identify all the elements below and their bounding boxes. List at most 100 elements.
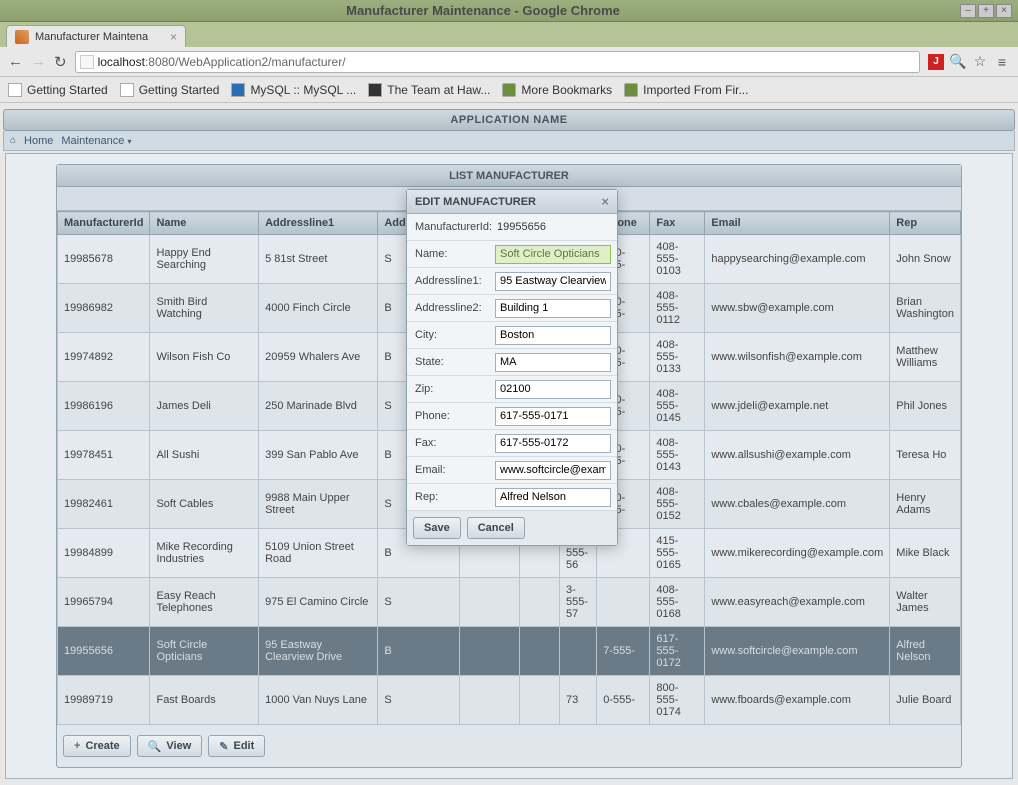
save-button[interactable]: Save <box>413 517 461 539</box>
table-cell <box>520 578 560 627</box>
field-label: Rep: <box>407 491 495 503</box>
table-cell: www.cbales@example.com <box>705 480 890 529</box>
field-label: Zip: <box>407 383 495 395</box>
table-cell: 19984899 <box>58 529 150 578</box>
zip-input[interactable] <box>495 380 611 399</box>
dialog-title: EDIT MANUFACTURER <box>415 196 536 208</box>
bookmark-folder[interactable]: Imported From Fir... <box>624 83 748 97</box>
table-cell: 3-555-57 <box>559 578 596 627</box>
list-panel-title: LIST MANUFACTURER <box>57 165 961 187</box>
bookmark-item[interactable]: MySQL :: MySQL ... <box>231 83 356 97</box>
table-cell: Mike Recording Industries <box>150 529 259 578</box>
column-header[interactable]: ManufacturerId <box>58 212 150 235</box>
bookmark-item[interactable]: The Team at Haw... <box>368 83 490 97</box>
nav-forward-icon[interactable]: → <box>31 53 46 70</box>
table-cell: Alfred Nelson <box>890 627 961 676</box>
window-titlebar: Manufacturer Maintenance - Google Chrome… <box>0 0 1018 22</box>
table-cell: 975 El Camino Circle <box>259 578 378 627</box>
field-label: Name: <box>407 248 495 260</box>
table-cell: James Deli <box>150 382 259 431</box>
addressline2-input[interactable] <box>495 299 611 318</box>
nav-reload-icon[interactable]: ↻ <box>54 53 67 71</box>
city-input[interactable] <box>495 326 611 345</box>
site-icon <box>368 83 382 97</box>
rep-input[interactable] <box>495 488 611 507</box>
table-cell <box>460 578 520 627</box>
table-cell: 5 81st Street <box>259 235 378 284</box>
table-cell: 95 Eastway Clearview Drive <box>259 627 378 676</box>
table-row[interactable]: 19989719Fast Boards1000 Van Nuys LaneS73… <box>58 676 961 725</box>
table-cell: 408-555-0103 <box>650 235 705 284</box>
window-close-button[interactable]: × <box>996 4 1012 18</box>
fax-input[interactable] <box>495 434 611 453</box>
page-icon <box>80 55 94 69</box>
edit-button[interactable]: ✎Edit <box>208 735 265 757</box>
bookmark-star-icon[interactable]: ☆ <box>972 54 988 70</box>
column-header[interactable]: Email <box>705 212 890 235</box>
table-cell <box>559 627 596 676</box>
column-header[interactable]: Rep <box>890 212 961 235</box>
chevron-down-icon: ▾ <box>127 137 131 146</box>
table-cell: Easy Reach Telephones <box>150 578 259 627</box>
dialog-header[interactable]: EDIT MANUFACTURER × <box>407 190 617 214</box>
column-header[interactable]: Name <box>150 212 259 235</box>
extension-icon[interactable]: J <box>928 54 944 70</box>
table-cell: 20959 Whalers Ave <box>259 333 378 382</box>
table-cell: 415-555-0165 <box>650 529 705 578</box>
zoom-icon[interactable]: 🔍 <box>950 54 966 70</box>
cancel-button[interactable]: Cancel <box>467 517 525 539</box>
field-label: Addressline1: <box>407 275 495 287</box>
table-cell: Julie Board <box>890 676 961 725</box>
tab-close-icon[interactable]: × <box>170 30 177 44</box>
breadcrumb-home[interactable]: Home <box>24 135 53 147</box>
phone-input[interactable] <box>495 407 611 426</box>
table-cell <box>520 676 560 725</box>
dialog-close-icon[interactable]: × <box>601 194 609 209</box>
column-header[interactable]: Fax <box>650 212 705 235</box>
window-minimize-button[interactable]: – <box>960 4 976 18</box>
table-row[interactable]: 19955656Soft Circle Opticians95 Eastway … <box>58 627 961 676</box>
table-cell: www.sbw@example.com <box>705 284 890 333</box>
bookmark-folder[interactable]: More Bookmarks <box>502 83 612 97</box>
breadcrumb-item[interactable]: Maintenance ▾ <box>61 135 131 147</box>
table-cell: 19982461 <box>58 480 150 529</box>
table-cell: 19985678 <box>58 235 150 284</box>
table-cell: 617-555-0172 <box>650 627 705 676</box>
bookmarks-bar: Getting Started Getting Started MySQL ::… <box>0 77 1018 103</box>
table-cell: Walter James <box>890 578 961 627</box>
action-bar: +Create 🔍View ✎Edit <box>57 725 961 767</box>
table-cell: Smith Bird Watching <box>150 284 259 333</box>
field-label: State: <box>407 356 495 368</box>
browser-tab[interactable]: Manufacturer Maintena × <box>6 25 186 47</box>
home-icon[interactable]: ⌂ <box>10 135 16 146</box>
search-icon: 🔍 <box>148 740 162 753</box>
table-cell: Matthew Williams <box>890 333 961 382</box>
table-cell: 19955656 <box>58 627 150 676</box>
table-row[interactable]: 19965794Easy Reach Telephones975 El Cami… <box>58 578 961 627</box>
email-input[interactable] <box>495 461 611 480</box>
field-label: Email: <box>407 464 495 476</box>
table-cell: www.easyreach@example.com <box>705 578 890 627</box>
state-input[interactable] <box>495 353 611 372</box>
table-cell: 408-555-0145 <box>650 382 705 431</box>
table-cell: Mike Black <box>890 529 961 578</box>
create-button[interactable]: +Create <box>63 735 131 757</box>
browser-tabstrip: Manufacturer Maintena × <box>0 22 1018 47</box>
dialog-actions: Save Cancel <box>407 511 617 545</box>
nav-back-icon[interactable]: ← <box>8 53 23 70</box>
column-header[interactable]: Addressline1 <box>259 212 378 235</box>
table-cell: Happy End Searching <box>150 235 259 284</box>
table-cell: 408-555-0152 <box>650 480 705 529</box>
window-maximize-button[interactable]: + <box>978 4 994 18</box>
view-button[interactable]: 🔍View <box>137 735 203 757</box>
bookmark-item[interactable]: Getting Started <box>120 83 220 97</box>
table-cell: 19974892 <box>58 333 150 382</box>
menu-icon[interactable]: ≡ <box>994 54 1010 70</box>
name-input[interactable] <box>495 245 611 264</box>
addressline1-input[interactable] <box>495 272 611 291</box>
url-bar[interactable]: localhost:8080/WebApplication2/manufactu… <box>75 51 920 73</box>
bookmark-item[interactable]: Getting Started <box>8 83 108 97</box>
table-cell: Phil Jones <box>890 382 961 431</box>
table-cell: 7-555- <box>597 627 650 676</box>
table-cell: S <box>378 578 460 627</box>
